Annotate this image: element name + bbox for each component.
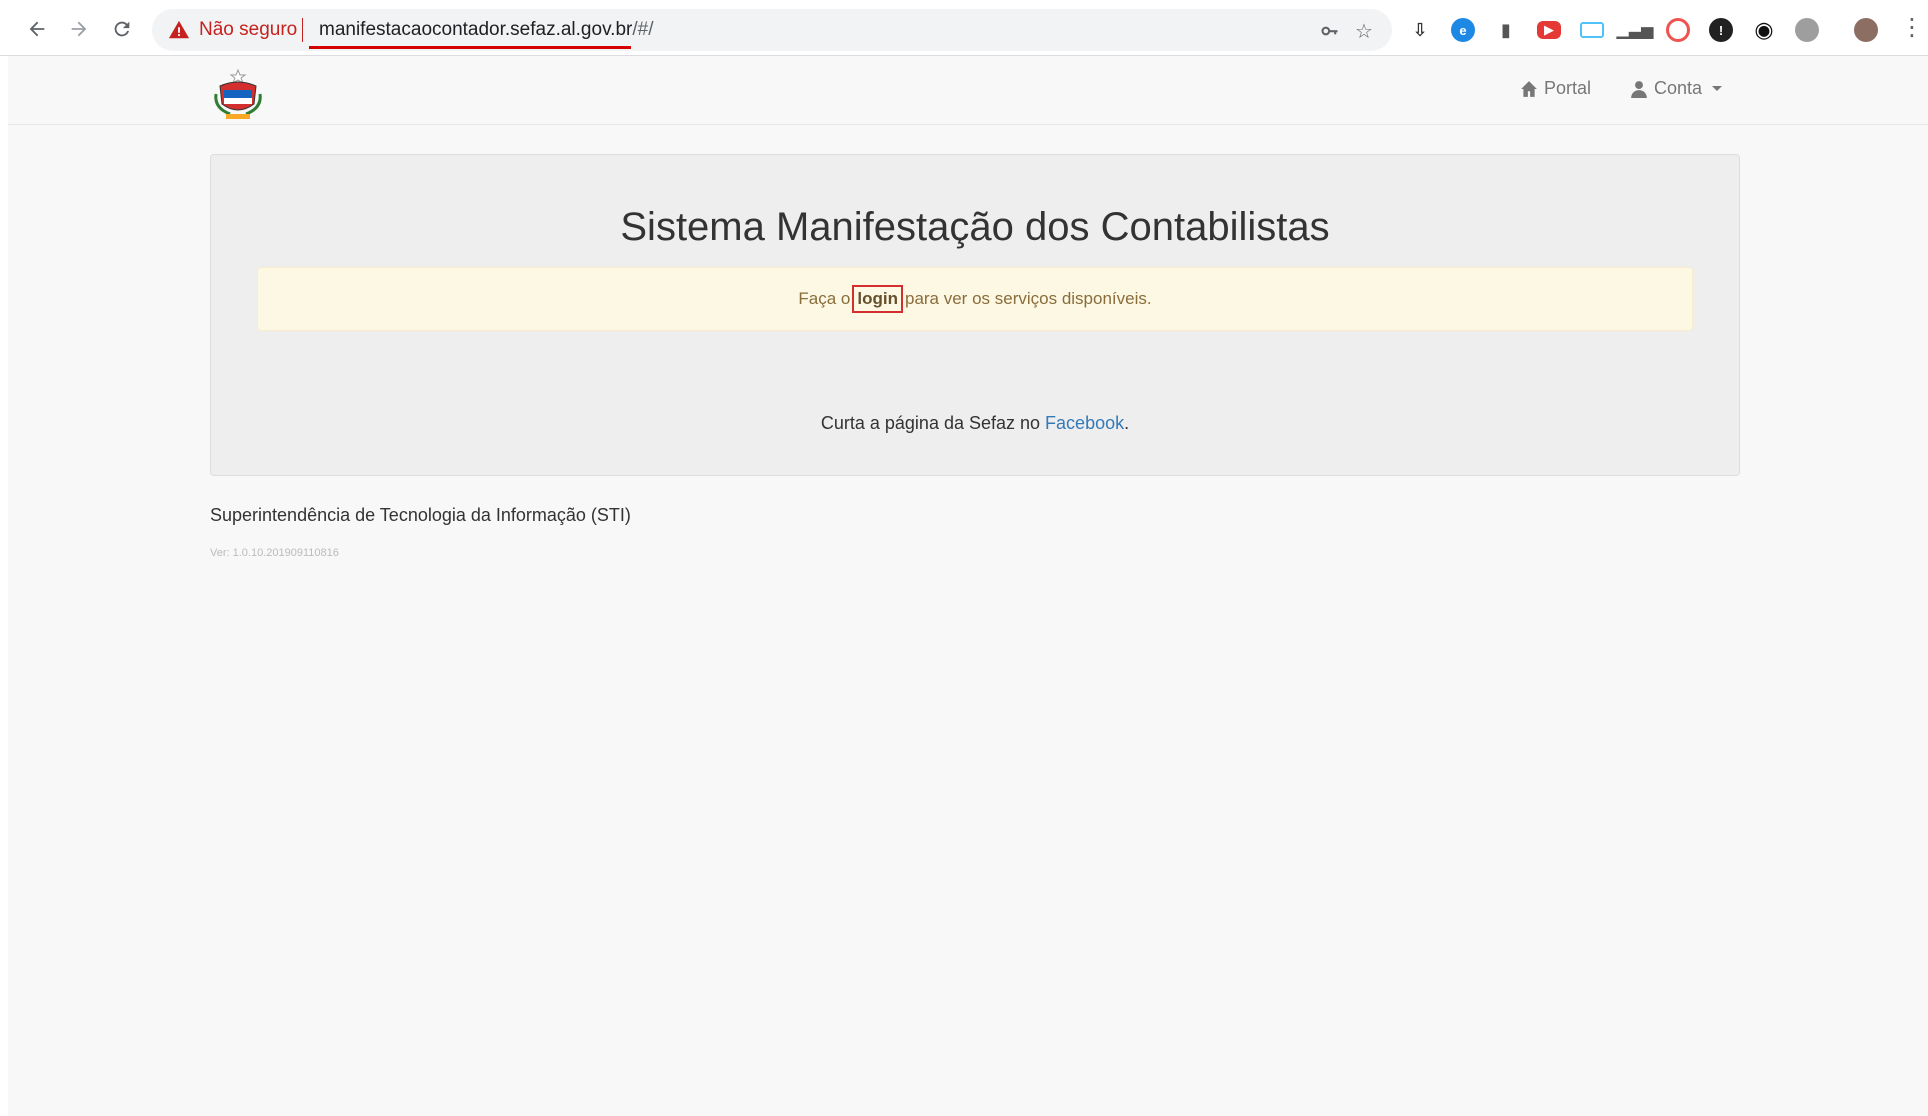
window-icon[interactable]	[1580, 22, 1604, 38]
usb-icon[interactable]: ▮	[1494, 18, 1518, 42]
browser-menu-icon[interactable]: ⋮	[1900, 14, 1924, 42]
nav-portal-link[interactable]: Portal	[1520, 78, 1591, 99]
cookie-icon[interactable]	[1795, 18, 1819, 42]
eye-icon[interactable]: ◉	[1752, 17, 1776, 42]
key-icon[interactable]	[1318, 19, 1342, 43]
user-icon	[1631, 80, 1647, 98]
arrow-left-icon	[29, 21, 45, 37]
facebook-promo: Curta a página da Sefaz no Facebook.	[211, 413, 1739, 434]
facebook-link[interactable]: Facebook	[1045, 413, 1124, 433]
star-icon[interactable]: ☆	[1352, 19, 1376, 43]
login-link[interactable]: login	[852, 285, 903, 313]
circle-e-icon[interactable]: e	[1451, 18, 1475, 42]
caret-down-icon	[1712, 86, 1723, 91]
avatar-icon[interactable]	[1854, 18, 1878, 42]
url-text[interactable]: manifestacaocontador.sefaz.al.gov.br/#/	[319, 19, 653, 41]
url-host: manifestacaocontador.sefaz.al.gov.br	[319, 19, 633, 40]
shield-icon[interactable]: !	[1709, 18, 1733, 42]
arrow-right-icon	[71, 21, 87, 37]
site-navbar: Portal Conta	[8, 56, 1928, 125]
portal-label: Portal	[1544, 78, 1592, 98]
not-secure-label[interactable]: Não seguro	[199, 19, 297, 41]
page-title: Sistema Manifestação dos Contabilistas	[620, 205, 1330, 249]
warning-icon	[168, 20, 190, 39]
target-icon[interactable]	[1666, 18, 1690, 42]
footer-version: Ver: 1.0.10.201909110816	[210, 547, 339, 559]
forward-button[interactable]	[62, 12, 96, 46]
omnibox-separator	[302, 18, 303, 42]
url-red-underline	[309, 46, 631, 49]
reload-icon	[114, 21, 130, 37]
state-coat-of-arms-icon[interactable]	[210, 68, 266, 124]
back-button[interactable]	[20, 12, 54, 46]
facebook-period: .	[1124, 413, 1130, 433]
main-panel: Sistema Manifestação dos Contabilistas F…	[210, 154, 1740, 476]
account-label: Conta	[1654, 78, 1703, 98]
nav-account-dropdown[interactable]: Conta	[1630, 78, 1723, 99]
alert-text-after: para ver os serviços disponíveis.	[904, 289, 1152, 308]
video-icon[interactable]: ▶	[1537, 21, 1561, 39]
signal-icon[interactable]: ▁▃▅	[1617, 18, 1654, 42]
login-alert: Faça o login para ver os serviços dispon…	[257, 267, 1693, 331]
footer-organization: Superintendência de Tecnologia da Inform…	[210, 505, 631, 525]
download-ext-icon[interactable]: ⇩	[1408, 18, 1432, 42]
address-bar[interactable]: Não seguro manifestacaocontador.sefaz.al…	[152, 9, 1392, 51]
url-path: /#/	[632, 19, 654, 40]
alert-text-before: Faça o	[798, 289, 851, 308]
reload-button[interactable]	[105, 12, 139, 46]
browser-toolbar: Não seguro manifestacaocontador.sefaz.al…	[0, 0, 1928, 56]
facebook-text: Curta a página da Sefaz no	[820, 413, 1041, 433]
page-viewport: Portal Conta Sistema Manifestação dos Co…	[8, 56, 1928, 1116]
home-icon	[1521, 80, 1537, 97]
